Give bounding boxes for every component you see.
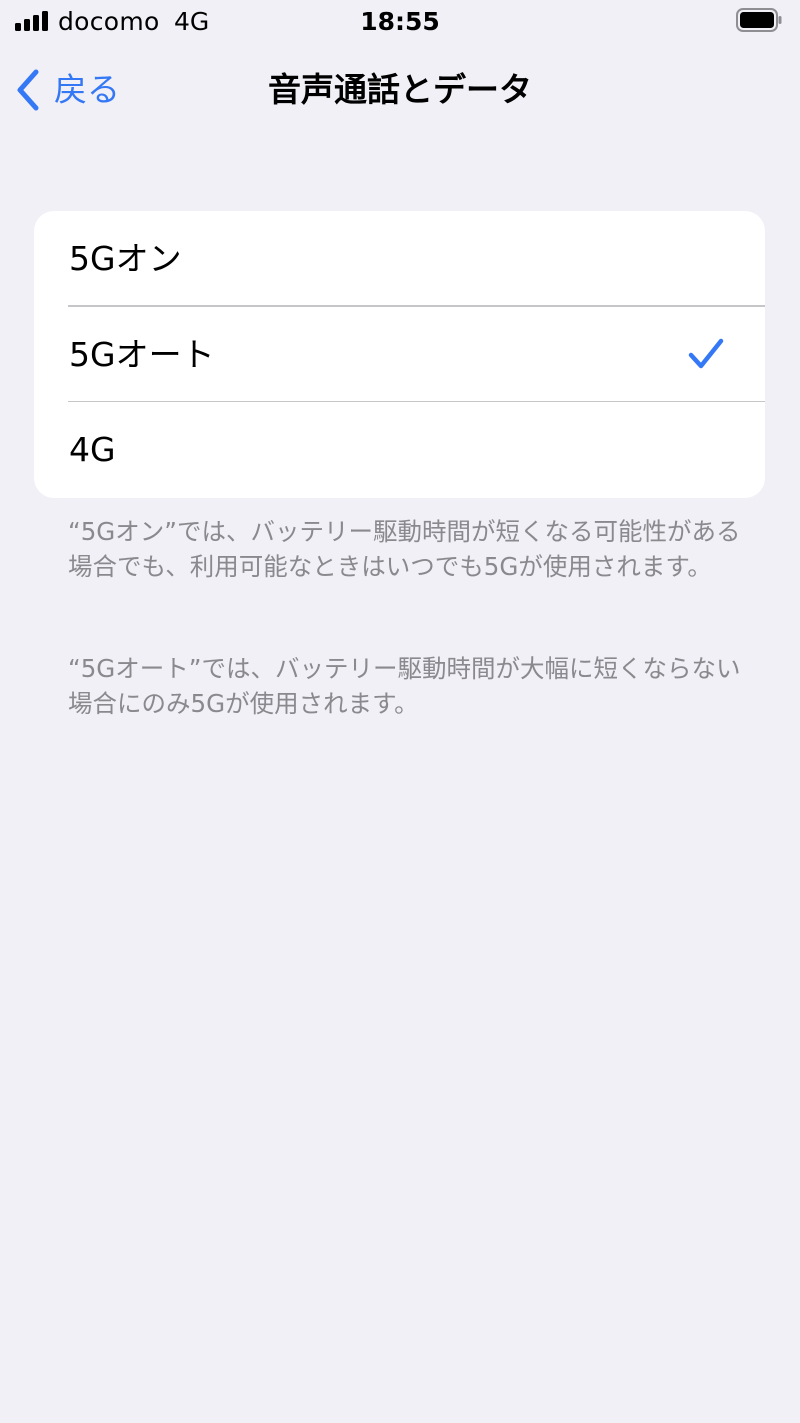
page-title: 音声通話とデータ [268,70,532,109]
status-time: 18:55 [360,7,440,36]
option-label: 5Gオート [69,334,215,374]
checkmark-icon [688,338,724,368]
footnote-5g-auto: “5Gオート”では、バッテリー駆動時間が大幅に短くならない場合にのみ5Gが使用さ… [68,654,741,718]
battery-icon [736,8,782,32]
option-label: 5Gオン [69,239,182,278]
option-4g[interactable]: 4G [34,402,765,498]
option-5g-auto[interactable]: 5Gオート [34,307,765,403]
option-label: 4G [69,430,116,470]
status-bar: docomo 4G 18:55 [0,0,800,44]
footnote-5g-on: “5Gオン”では、バッテリー駆動時間が短くなる可能性がある場合でも、利用可能なと… [68,517,741,581]
network-mode-options: 5Gオン 5Gオート 4G [34,211,765,498]
option-5g-on[interactable]: 5Gオン [34,211,765,307]
navigation-bar: 戻る 音声通話とデータ [0,56,800,124]
